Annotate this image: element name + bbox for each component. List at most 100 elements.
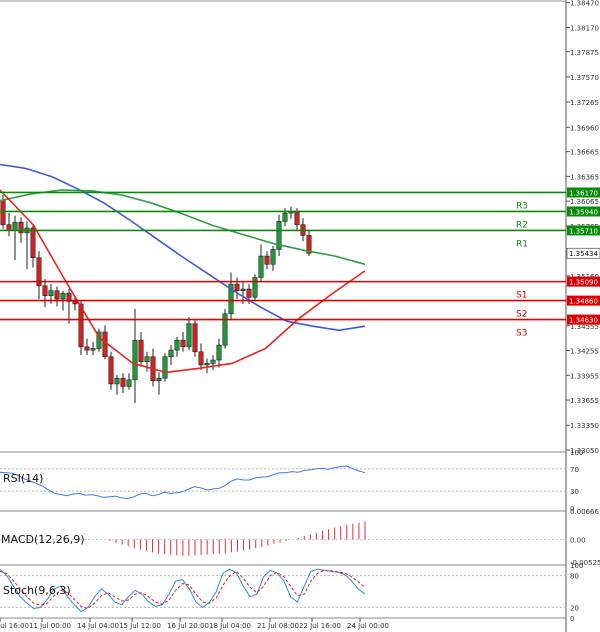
price-tick-label: 1.33655 xyxy=(570,397,599,405)
candle xyxy=(96,328,102,352)
price-tick-label: 1.36065 xyxy=(570,198,599,206)
candle xyxy=(198,343,204,370)
price-chart: 1.38470 1.38170 1.37875 1.37570 1.37265 1.369… xyxy=(0,0,600,632)
stoch-tick-label: 0 xyxy=(570,615,574,623)
candle xyxy=(276,214,282,257)
price-tick-label: 1.33955 xyxy=(570,372,599,380)
candle xyxy=(168,345,174,365)
candle-body xyxy=(0,199,6,225)
candle-body xyxy=(102,331,108,358)
candle-body xyxy=(72,301,78,305)
candle-body xyxy=(258,255,264,278)
rsi-tick-label: 100 xyxy=(570,449,583,457)
candle-body xyxy=(138,339,144,362)
candle-body xyxy=(180,339,186,348)
candle xyxy=(150,348,156,387)
candle-body xyxy=(246,288,252,298)
candle xyxy=(300,218,306,242)
candle xyxy=(36,251,42,299)
macd-tick-label: 0.00666 xyxy=(570,508,599,516)
candle xyxy=(228,272,234,321)
price-tick-label: 1.37875 xyxy=(570,49,599,57)
time-tick-label: 24 Jul 00:00 xyxy=(347,622,389,630)
time-tick-label: 11 Jul 00:00 xyxy=(29,622,71,630)
price-tick-label: 1.36960 xyxy=(570,124,599,132)
candle xyxy=(288,206,294,219)
candle-body xyxy=(114,377,120,385)
time-tick-label: 14 Jul 04:00 xyxy=(77,622,119,630)
candle xyxy=(42,279,48,308)
candle-body xyxy=(48,290,54,296)
time-tick-label: 22 Jul 16:00 xyxy=(299,622,341,630)
pivot-label: R3 xyxy=(516,201,528,211)
price-tag-label: 1.35940 xyxy=(569,208,598,216)
price-tag-label: 1.35090 xyxy=(569,279,598,287)
candle xyxy=(126,373,132,390)
candle-body xyxy=(60,292,66,300)
rsi-tick-label: 30 xyxy=(570,488,579,496)
candle xyxy=(114,374,120,395)
candle xyxy=(216,338,222,368)
candle-body xyxy=(198,351,204,366)
candle-body xyxy=(222,313,228,346)
stoch-tick-label: 20 xyxy=(570,604,579,612)
candle xyxy=(66,289,72,324)
pivot-label: R2 xyxy=(516,220,528,230)
candle xyxy=(222,308,228,349)
candle-body xyxy=(108,356,114,385)
candle xyxy=(186,317,192,351)
candle-body xyxy=(294,211,300,225)
stoch-tick-label: 80 xyxy=(570,573,579,581)
rsi-title: RSI(14) xyxy=(3,472,43,485)
candle-body xyxy=(216,344,222,361)
candle xyxy=(84,338,90,356)
candle xyxy=(162,353,168,382)
price-tick-label: 1.34255 xyxy=(570,348,599,356)
candle xyxy=(90,341,96,356)
candle xyxy=(252,274,258,301)
pivot-label: R1 xyxy=(516,239,528,249)
candle-body xyxy=(192,323,198,353)
price-tick-label: 1.36665 xyxy=(570,149,599,157)
candle-body xyxy=(54,290,60,300)
candle xyxy=(234,277,240,299)
candle-body xyxy=(264,255,270,265)
pivot-label: S1 xyxy=(516,291,527,301)
price-tag-label: 1.34630 xyxy=(569,317,598,325)
rsi-line xyxy=(0,465,366,500)
candle-body xyxy=(162,356,168,379)
candle-body xyxy=(204,363,210,366)
candle-body xyxy=(42,285,48,296)
time-tick-label: 10 Jul 16:00 xyxy=(0,622,29,630)
candle-body xyxy=(84,346,90,351)
current-price-label: 1.35434 xyxy=(569,250,598,258)
price-tag-label: 1.36170 xyxy=(569,189,598,197)
candle-body xyxy=(252,277,258,298)
candle-body xyxy=(282,212,288,222)
time-tick-label: 15 Jul 12:00 xyxy=(119,622,161,630)
price-tick-label: 1.38470 xyxy=(570,0,599,8)
time-tick-label: 21 Jul 08:00 xyxy=(257,622,299,630)
candle-body xyxy=(210,359,216,364)
candle xyxy=(138,331,144,367)
candle xyxy=(120,373,126,394)
candle-body xyxy=(240,288,246,292)
pivot-label: S2 xyxy=(516,310,527,320)
candle xyxy=(264,251,270,270)
candle-body xyxy=(6,224,12,231)
candle xyxy=(204,358,210,374)
price-tick-label: 1.33350 xyxy=(570,422,599,430)
candle xyxy=(54,286,60,307)
stoch-tick-label: 100 xyxy=(570,562,583,570)
price-tick-label: 1.37265 xyxy=(570,99,599,107)
candle xyxy=(108,351,114,390)
candle xyxy=(210,355,216,370)
candle xyxy=(24,221,30,270)
candle xyxy=(180,331,186,352)
candle-body xyxy=(120,377,126,387)
candle xyxy=(144,351,150,372)
candle-body xyxy=(132,339,138,381)
candle-body xyxy=(126,379,132,387)
price-tag-label: 1.34860 xyxy=(569,298,598,306)
candle-body xyxy=(186,323,192,348)
